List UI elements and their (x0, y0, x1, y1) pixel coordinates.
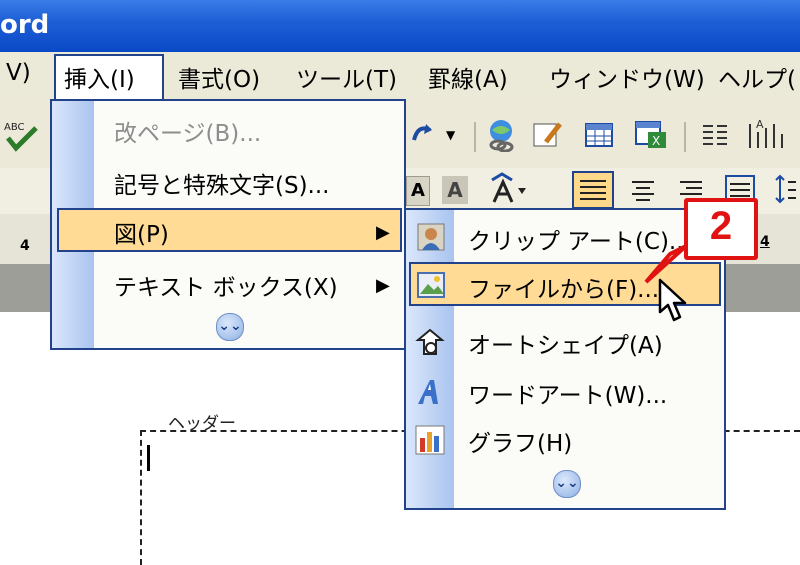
double-chevron-down-icon[interactable]: ⌄⌄ (216, 313, 244, 341)
wordart-icon (414, 376, 446, 412)
ruler-marker: 4 (760, 234, 770, 250)
header-left-border (140, 430, 142, 565)
menu-format[interactable]: 書式(O) (178, 60, 260, 94)
mouse-cursor-icon (658, 278, 687, 322)
center-align-icon[interactable] (626, 174, 660, 210)
picture-from-file-icon (416, 270, 446, 304)
step-number: 2 (709, 204, 733, 248)
menu-window[interactable]: ウィンドウ(W) (549, 60, 705, 94)
clip-art-icon (416, 222, 446, 256)
header-label: ヘッダー (168, 414, 236, 434)
menu-insert[interactable]: 挿入(I) (64, 60, 135, 94)
menu-item-picture[interactable]: 図(P) (114, 215, 169, 249)
submenu-item-wordart[interactable]: ワードアート(W)... (468, 376, 667, 410)
columns-icon[interactable] (700, 122, 730, 154)
toolbar-separator (684, 122, 686, 152)
hyperlink-icon[interactable] (486, 118, 516, 156)
menu-item-picture-highlight (57, 208, 402, 252)
redo-dropdown-icon[interactable]: ▼ (446, 128, 455, 142)
toolbar-separator (474, 122, 476, 152)
justify-button-active[interactable] (572, 171, 614, 209)
autoshape-icon (414, 326, 446, 362)
double-chevron-down-icon[interactable]: ⌄⌄ (553, 470, 581, 498)
svg-text:X: X (652, 134, 660, 148)
title-bar (0, 0, 800, 52)
menu-tools[interactable]: ツール(T) (296, 60, 397, 94)
phonetic-guide-icon[interactable] (488, 172, 528, 210)
submenu-item-autoshape[interactable]: オートシェイプ(A) (468, 326, 663, 360)
insert-table-icon[interactable] (584, 122, 614, 152)
svg-text:ABC: ABC (4, 122, 25, 133)
menu-item-page-break[interactable]: 改ページ(B)... (114, 114, 261, 148)
window-title: ord (0, 10, 50, 40)
menu-item-textbox[interactable]: テキスト ボックス(X) (114, 268, 338, 302)
spelling-icon[interactable]: ABC (2, 118, 42, 158)
svg-text:A: A (756, 118, 764, 131)
char-shading-icon[interactable]: A (442, 176, 468, 204)
menu-item-symbol[interactable]: 記号と特殊文字(S)... (114, 166, 329, 200)
insert-excel-icon[interactable]: X (634, 120, 668, 154)
menu-table[interactable]: 罫線(A) (428, 60, 508, 94)
char-border-icon[interactable]: A (406, 176, 430, 206)
text-cursor (147, 445, 150, 471)
menu-help[interactable]: ヘルプ( (718, 60, 796, 94)
tables-borders-icon[interactable] (532, 120, 564, 154)
redo-icon[interactable] (410, 118, 434, 152)
chart-icon (414, 424, 446, 460)
submenu-arrow-icon: ▶ (376, 275, 390, 296)
submenu-item-chart[interactable]: グラフ(H) (468, 424, 572, 458)
menu-view[interactable]: V) (6, 60, 31, 86)
drawing-icon[interactable]: A (746, 118, 786, 156)
submenu-arrow-icon: ▶ (376, 222, 390, 243)
line-spacing-icon[interactable] (774, 172, 798, 210)
ruler-tick: 4 (20, 238, 30, 254)
